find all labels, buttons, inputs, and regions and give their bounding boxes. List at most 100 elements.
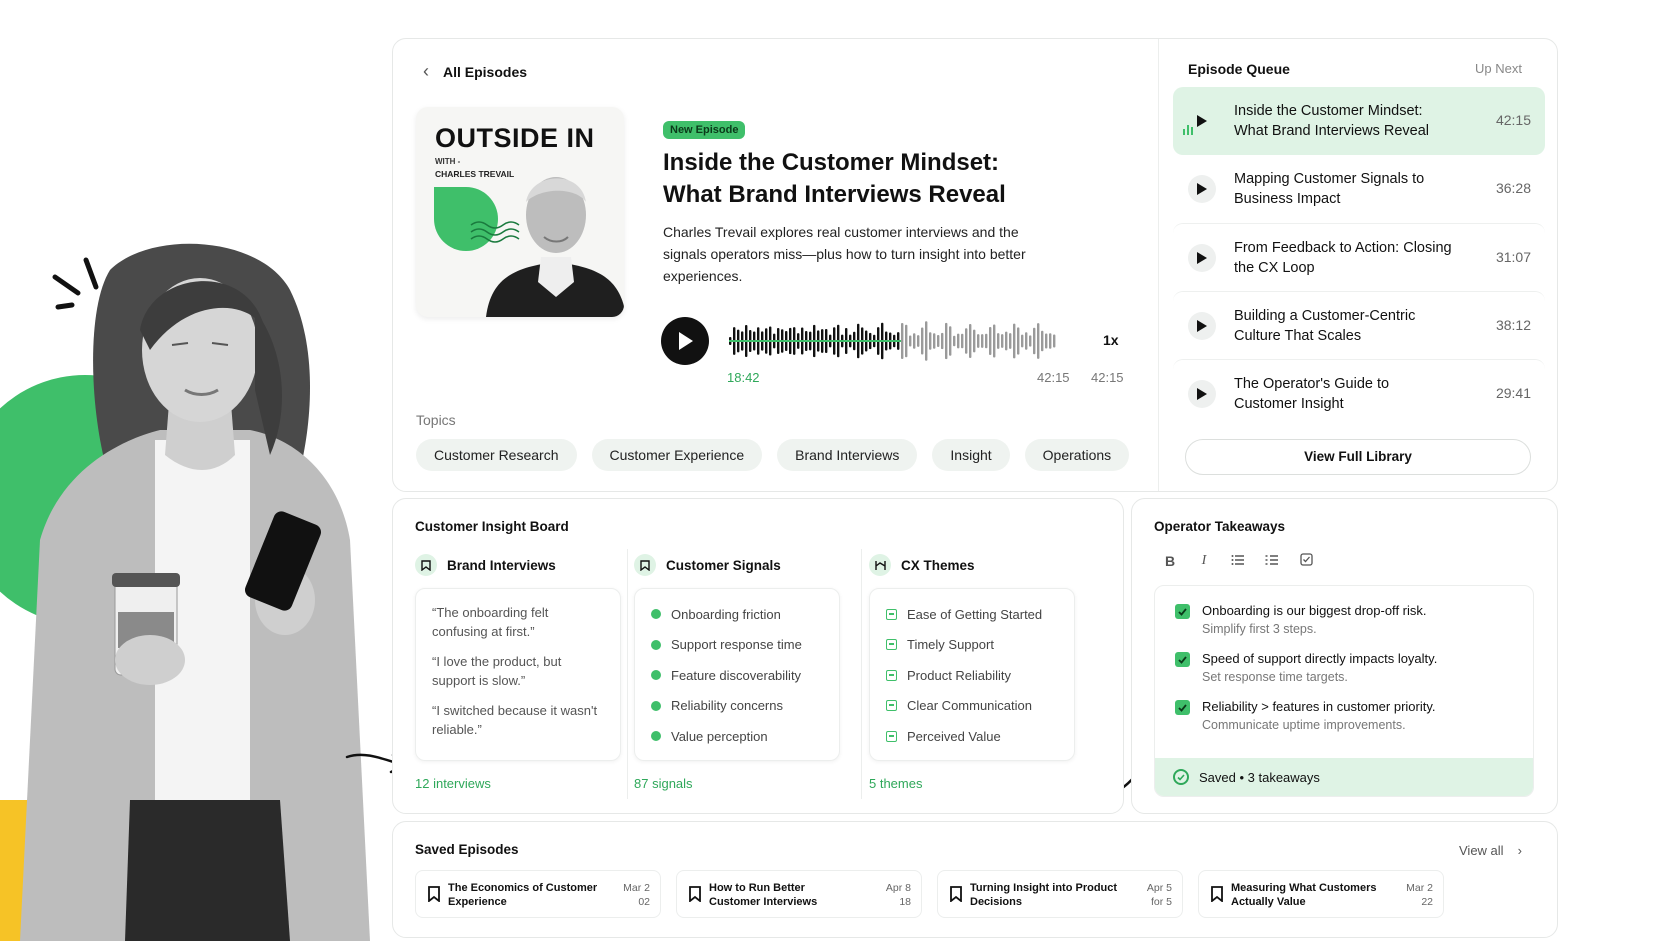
queue-play-button[interactable] bbox=[1188, 312, 1216, 340]
episode-queue-list: Inside the Customer Mindset: What Brand … bbox=[1173, 87, 1545, 427]
takeaway-subtext: Communicate uptime improvements. bbox=[1202, 718, 1406, 732]
saved-episode-card[interactable]: How to Run Better Customer Interviews Ap… bbox=[676, 870, 922, 918]
bold-button[interactable]: B bbox=[1162, 553, 1178, 569]
customer-insight-board: Customer Insight Board Brand Interviews … bbox=[392, 498, 1124, 814]
panel-divider bbox=[1158, 39, 1159, 491]
back-to-all-episodes[interactable]: ‹ All Episodes bbox=[423, 61, 527, 82]
chevron-right-icon: › bbox=[1517, 843, 1522, 858]
topic-chip[interactable]: Customer Research bbox=[416, 439, 577, 471]
waveform-bar bbox=[989, 326, 992, 356]
play-icon bbox=[1197, 320, 1207, 332]
saved-episode-card[interactable]: Turning Insight into Product Decisions A… bbox=[937, 870, 1183, 918]
checkbox-checked-icon[interactable] bbox=[1175, 652, 1190, 667]
interview-quote: “The onboarding felt confusing at first.… bbox=[432, 605, 549, 639]
column-title: Brand Interviews bbox=[447, 557, 556, 573]
saved-episode-title: The Economics of Customer Experience bbox=[448, 882, 598, 908]
interview-quote: “I switched because it wasn't reliable.” bbox=[432, 703, 598, 737]
topics-label: Topics bbox=[416, 412, 456, 428]
saved-episode-date: Mar 2 22 bbox=[1406, 882, 1433, 908]
queue-play-button[interactable] bbox=[1188, 380, 1216, 408]
play-icon bbox=[679, 332, 693, 350]
episode-title: Inside the Customer Mindset: What Brand … bbox=[663, 149, 1006, 208]
takeaways-editor[interactable]: Onboarding is our biggest drop-off risk.… bbox=[1154, 585, 1534, 797]
queue-play-button[interactable] bbox=[1188, 244, 1216, 272]
queue-item-title: Building a Customer-Centric Culture That… bbox=[1234, 308, 1416, 344]
current-time: 18:42 bbox=[727, 370, 760, 385]
checklist-icon[interactable] bbox=[1298, 553, 1314, 569]
saved-episode-card[interactable]: Measuring What Customers Actually Value … bbox=[1198, 870, 1444, 918]
takeaways-title: Operator Takeaways bbox=[1154, 519, 1286, 534]
play-icon bbox=[1197, 115, 1207, 127]
saved-episode-card[interactable]: The Economics of Customer Experience Mar… bbox=[415, 870, 661, 918]
waveform-bar bbox=[965, 328, 968, 354]
themes-count-link[interactable]: 5 themes bbox=[869, 776, 922, 791]
status-dot bbox=[651, 700, 661, 711]
queue-item[interactable]: Inside the Customer Mindset: What Brand … bbox=[1173, 87, 1545, 155]
waveform-bar bbox=[1009, 333, 1012, 349]
signal-icon bbox=[634, 554, 656, 576]
back-label: All Episodes bbox=[443, 63, 528, 80]
topic-chip[interactable]: Insight bbox=[932, 439, 1010, 471]
interviews-count-link[interactable]: 12 interviews bbox=[415, 776, 491, 791]
view-all-link[interactable]: View all › bbox=[1459, 843, 1522, 858]
topic-chip[interactable]: Customer Experience bbox=[591, 439, 763, 471]
waveform-bar bbox=[1005, 331, 1008, 351]
theme-icon bbox=[886, 639, 897, 651]
waveform-bar bbox=[1017, 327, 1020, 355]
queue-play-button[interactable] bbox=[1188, 107, 1216, 135]
numbered-list-icon[interactable] bbox=[1230, 553, 1246, 569]
waveform-bar bbox=[933, 333, 936, 349]
queue-item[interactable]: Mapping Customer Signals to Business Imp… bbox=[1173, 155, 1545, 223]
takeaway-item: Onboarding is our biggest drop-off risk.… bbox=[1175, 602, 1427, 638]
queue-item[interactable]: From Feedback to Action: Closing the CX … bbox=[1173, 223, 1545, 291]
play-button[interactable] bbox=[661, 317, 709, 365]
waveform-bar bbox=[969, 324, 972, 358]
queue-item[interactable]: Building a Customer-Centric Culture That… bbox=[1173, 291, 1545, 359]
view-all-label: View all bbox=[1459, 843, 1504, 858]
queue-item-duration: 29:41 bbox=[1495, 385, 1531, 401]
waveform-bar bbox=[993, 324, 996, 358]
takeaway-text: Reliability > features in customer prior… bbox=[1202, 699, 1436, 714]
waveform-bar bbox=[1001, 334, 1004, 348]
checkbox-checked-icon[interactable] bbox=[1175, 700, 1190, 715]
operator-takeaways-card: Operator Takeaways B I Onboarding is our… bbox=[1131, 498, 1558, 814]
waveform-bar bbox=[925, 321, 928, 361]
board-title: Customer Insight Board bbox=[415, 519, 569, 534]
queue-item[interactable]: The Operator's Guide to Customer Insight… bbox=[1173, 359, 1545, 427]
waveform-bar bbox=[1049, 333, 1052, 349]
waveform-bar bbox=[945, 322, 948, 360]
waveform-bar bbox=[1033, 327, 1036, 355]
signals-count-link[interactable]: 87 signals bbox=[634, 776, 693, 791]
saved-episodes-row: The Economics of Customer Experience Mar… bbox=[415, 870, 1444, 918]
new-episode-badge: New Episode bbox=[663, 121, 746, 139]
queue-item-title: The Operator's Guide to Customer Insight bbox=[1234, 376, 1390, 412]
bulleted-list-icon[interactable] bbox=[1264, 553, 1280, 569]
saved-status-text: Saved • 3 takeaways bbox=[1199, 769, 1320, 785]
checkbox-checked-icon[interactable] bbox=[1175, 604, 1190, 619]
waveform-bar bbox=[941, 332, 944, 350]
audio-waveform-scrubber[interactable] bbox=[729, 317, 1059, 365]
waveform-bar bbox=[973, 329, 976, 353]
column-divider bbox=[627, 549, 628, 799]
waveform-bar bbox=[961, 333, 964, 349]
waveform-bar bbox=[905, 324, 908, 358]
saved-episode-date: Apr 8 18 bbox=[885, 882, 911, 908]
cover-illustration bbox=[434, 177, 624, 317]
waveform-bar bbox=[1021, 334, 1024, 348]
waveform-bar bbox=[1025, 332, 1028, 350]
playback-speed-button[interactable]: 1x bbox=[1103, 332, 1119, 348]
waveform-bar bbox=[949, 326, 952, 356]
queue-play-button[interactable] bbox=[1188, 175, 1216, 203]
queue-item-duration: 38:12 bbox=[1495, 317, 1531, 333]
theme-icon bbox=[886, 608, 897, 620]
topic-chip[interactable]: Operations bbox=[1024, 439, 1130, 471]
takeaway-item: Speed of support directly impacts loyalt… bbox=[1175, 650, 1437, 686]
bookmark-icon bbox=[689, 886, 701, 902]
view-full-library-button[interactable]: View Full Library bbox=[1185, 439, 1531, 475]
status-dot bbox=[651, 609, 661, 620]
column-divider bbox=[861, 549, 862, 799]
topic-chip[interactable]: Brand Interviews bbox=[777, 439, 918, 471]
brand-interviews-column: Brand Interviews “The onboarding felt co… bbox=[415, 554, 625, 791]
italic-button[interactable]: I bbox=[1196, 553, 1212, 569]
waveform-bar bbox=[985, 333, 988, 349]
